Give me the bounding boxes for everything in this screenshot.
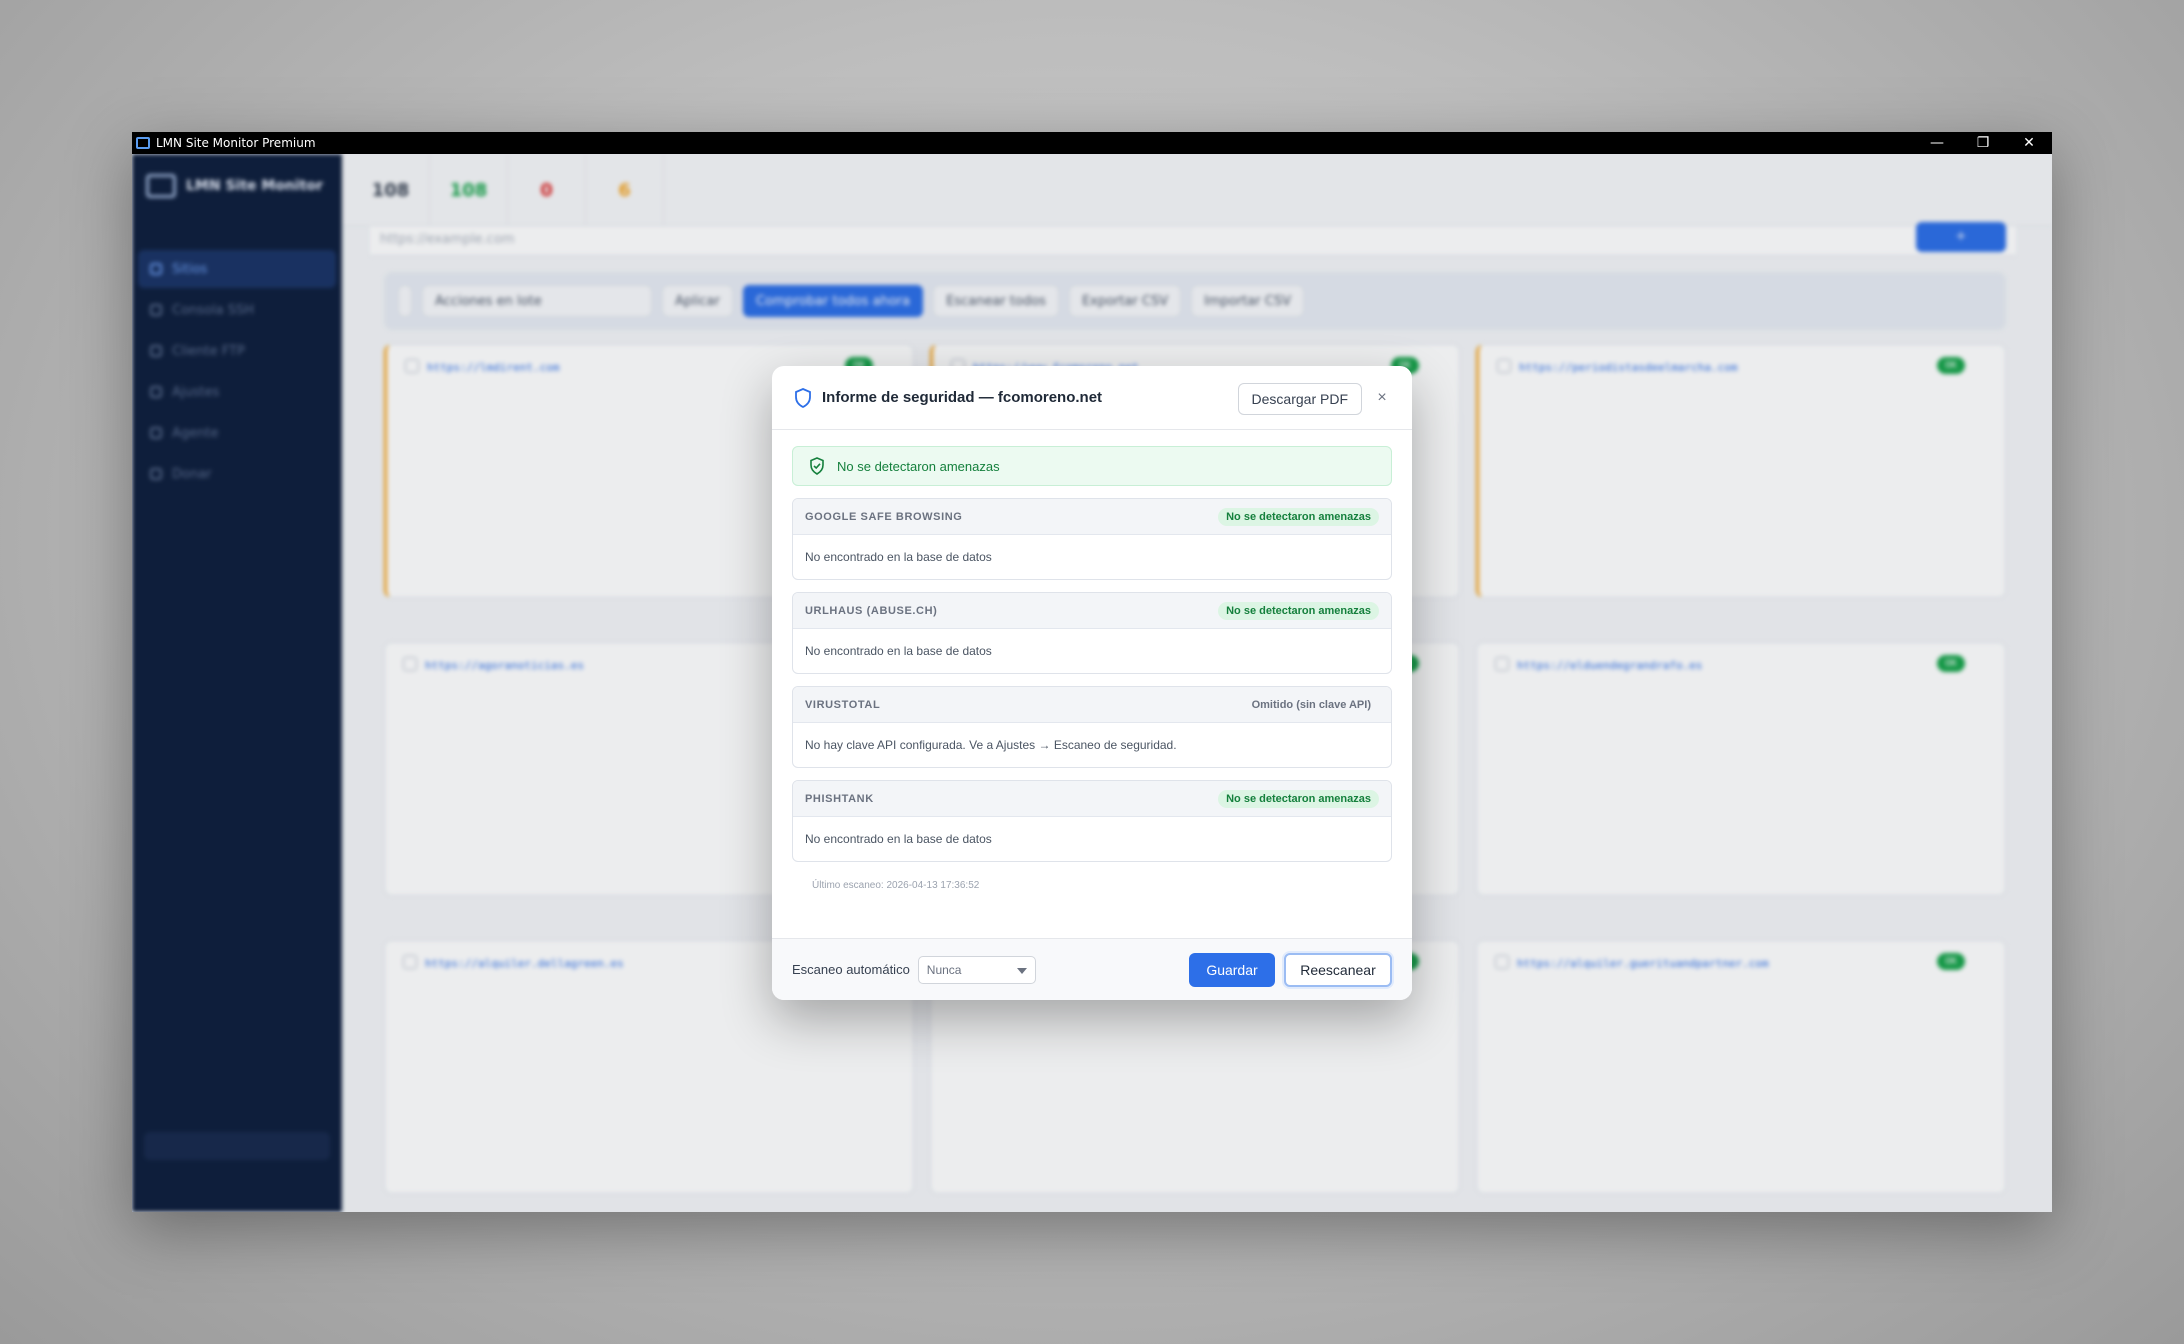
source-detail: No encontrado en la base de datos — [805, 550, 992, 564]
banner-text: No se detectaron amenazas — [837, 458, 1000, 474]
last-scan-timestamp: Último escaneo: 2026-04-13 17:36:52 — [812, 880, 980, 891]
source-detail: No encontrado en la base de datos — [805, 644, 992, 658]
source-detail: No hay clave API configurada. Ve a Ajust… — [805, 738, 1177, 752]
modal-title: Informe de seguridad — fcomoreno.net — [822, 389, 1103, 406]
source-name: VIRUSTOTAL — [805, 698, 881, 711]
auto-scan-select[interactable]: Nunca — [917, 955, 1036, 984]
minimize-button[interactable]: — — [1914, 132, 1960, 154]
status-badge: No se detectaron amenazas — [1218, 601, 1379, 620]
title-bar: LMN Site Monitor Premium — ❐ ✕ — [132, 132, 2052, 154]
chevron-down-icon — [1016, 967, 1027, 974]
source-google-safe-browsing: GOOGLE SAFE BROWSING No se detectaron ame… — [792, 498, 1392, 580]
modal-footer: Escaneo automático Nunca Guardar Reescan… — [772, 938, 1412, 1000]
source-phishtank: PHISHTANK No se detectaron amenazas No en… — [792, 780, 1392, 862]
shield-icon — [795, 387, 811, 408]
download-pdf-button[interactable]: Descargar PDF — [1237, 383, 1362, 415]
source-urlhaus: URLHAUS (ABUSE.CH) No se detectaron amena… — [792, 592, 1392, 674]
status-badge: Omitido (sin clave API) — [1251, 698, 1371, 711]
shield-check-icon — [810, 457, 824, 475]
auto-scan-value: Nunca — [926, 962, 962, 977]
source-name: PHISHTANK — [805, 792, 874, 805]
security-report-modal: Informe de seguridad — fcomoreno.net Des… — [772, 366, 1412, 1000]
save-button[interactable]: Guardar — [1189, 953, 1275, 987]
source-name: GOOGLE SAFE BROWSING — [805, 510, 963, 523]
close-window-button[interactable]: ✕ — [2006, 132, 2052, 154]
source-detail: No encontrado en la base de datos — [805, 832, 992, 846]
modal-header: Informe de seguridad — fcomoreno.net Des… — [772, 366, 1412, 430]
status-badge: No se detectaron amenazas — [1218, 507, 1379, 526]
source-virustotal: VIRUSTOTAL Omitido (sin clave API) No hay… — [792, 686, 1392, 768]
no-threats-banner: No se detectaron amenazas — [792, 446, 1392, 486]
auto-scan-label: Escaneo automático — [792, 962, 910, 977]
status-badge: No se detectaron amenazas — [1218, 789, 1379, 808]
close-modal-button[interactable]: × — [1374, 386, 1390, 410]
restore-button[interactable]: ❐ — [1960, 132, 2006, 154]
rescan-button[interactable]: Reescanear — [1284, 953, 1392, 987]
modal-body: No se detectaron amenazas GOOGLE SAFE BR… — [792, 446, 1392, 891]
window-title: LMN Site Monitor Premium — [156, 136, 316, 150]
source-name: URLHAUS (ABUSE.CH) — [805, 604, 938, 617]
monitor-icon — [136, 137, 150, 149]
